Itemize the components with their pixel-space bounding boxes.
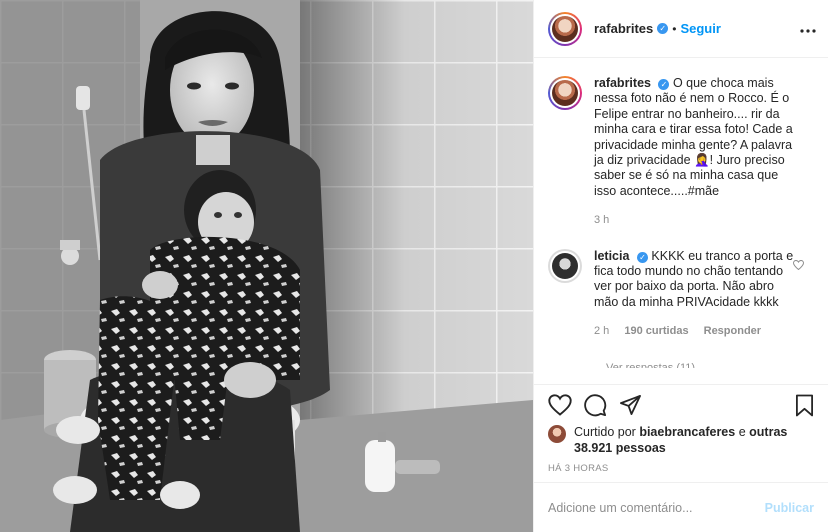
author-avatar[interactable] xyxy=(548,11,582,46)
caption-username[interactable]: rafabrites xyxy=(594,76,651,90)
instagram-post: rafabrites ✓ • Seguir rafabrites ✓ O que… xyxy=(0,0,828,532)
comment-icon[interactable] xyxy=(584,393,607,417)
verified-icon: ✓ xyxy=(658,79,670,90)
commenter-avatar[interactable] xyxy=(548,248,582,283)
follow-button[interactable]: Seguir xyxy=(680,21,720,36)
post-photo[interactable] xyxy=(0,0,533,532)
caption-text: O que choca mais nessa foto não é nem o … xyxy=(594,76,793,198)
liked-by: Curtido por biaebrancaferes e outras 38.… xyxy=(548,425,814,456)
action-bar xyxy=(548,385,814,425)
liker-avatar[interactable] xyxy=(548,425,566,443)
view-replies-link[interactable]: Ver respostas (11) xyxy=(606,362,814,368)
bookmark-icon[interactable] xyxy=(795,394,814,417)
comments-list[interactable]: rafabrites ✓ O que choca mais nessa foto… xyxy=(534,59,828,384)
comment-likes[interactable]: 190 curtidas xyxy=(624,325,688,337)
comment-time[interactable]: 2 h xyxy=(594,325,609,337)
comment-item: leticia ✓ KKKK eu tranco a porta e fica … xyxy=(548,248,814,340)
post-photo-image xyxy=(0,0,533,532)
author-username[interactable]: rafabrites xyxy=(594,21,653,36)
liked-by-connector: e xyxy=(738,425,746,439)
post-actions-section: Curtido por biaebrancaferes e outras 38.… xyxy=(534,384,828,474)
share-icon[interactable] xyxy=(619,394,642,416)
heart-icon[interactable] xyxy=(548,394,572,416)
post-timestamp[interactable]: HÁ 3 HORAS xyxy=(548,463,814,474)
comment-like-heart-icon[interactable] xyxy=(792,259,805,273)
add-comment-bar: Adicione um comentário... Publicar xyxy=(534,482,828,532)
liked-by-prefix: Curtido por xyxy=(574,425,636,439)
more-options-icon[interactable] xyxy=(800,20,816,38)
post-header: rafabrites ✓ • Seguir xyxy=(534,0,828,58)
verified-icon: ✓ xyxy=(636,251,648,263)
caption: rafabrites ✓ O que choca mais nessa foto… xyxy=(548,76,814,229)
add-comment-input[interactable]: Adicione um comentário... xyxy=(548,501,693,515)
comment-username[interactable]: leticia xyxy=(594,249,629,263)
caption-time[interactable]: 3 h xyxy=(594,214,609,226)
liked-by-user[interactable]: biaebrancaferes xyxy=(639,425,735,439)
verified-icon: ✓ xyxy=(657,23,669,34)
publish-button[interactable]: Publicar xyxy=(765,501,814,515)
reply-button[interactable]: Responder xyxy=(704,325,761,337)
caption-avatar[interactable] xyxy=(548,76,582,110)
post-side-panel: rafabrites ✓ • Seguir rafabrites ✓ O que… xyxy=(533,0,828,532)
header-separator: • xyxy=(672,21,677,36)
